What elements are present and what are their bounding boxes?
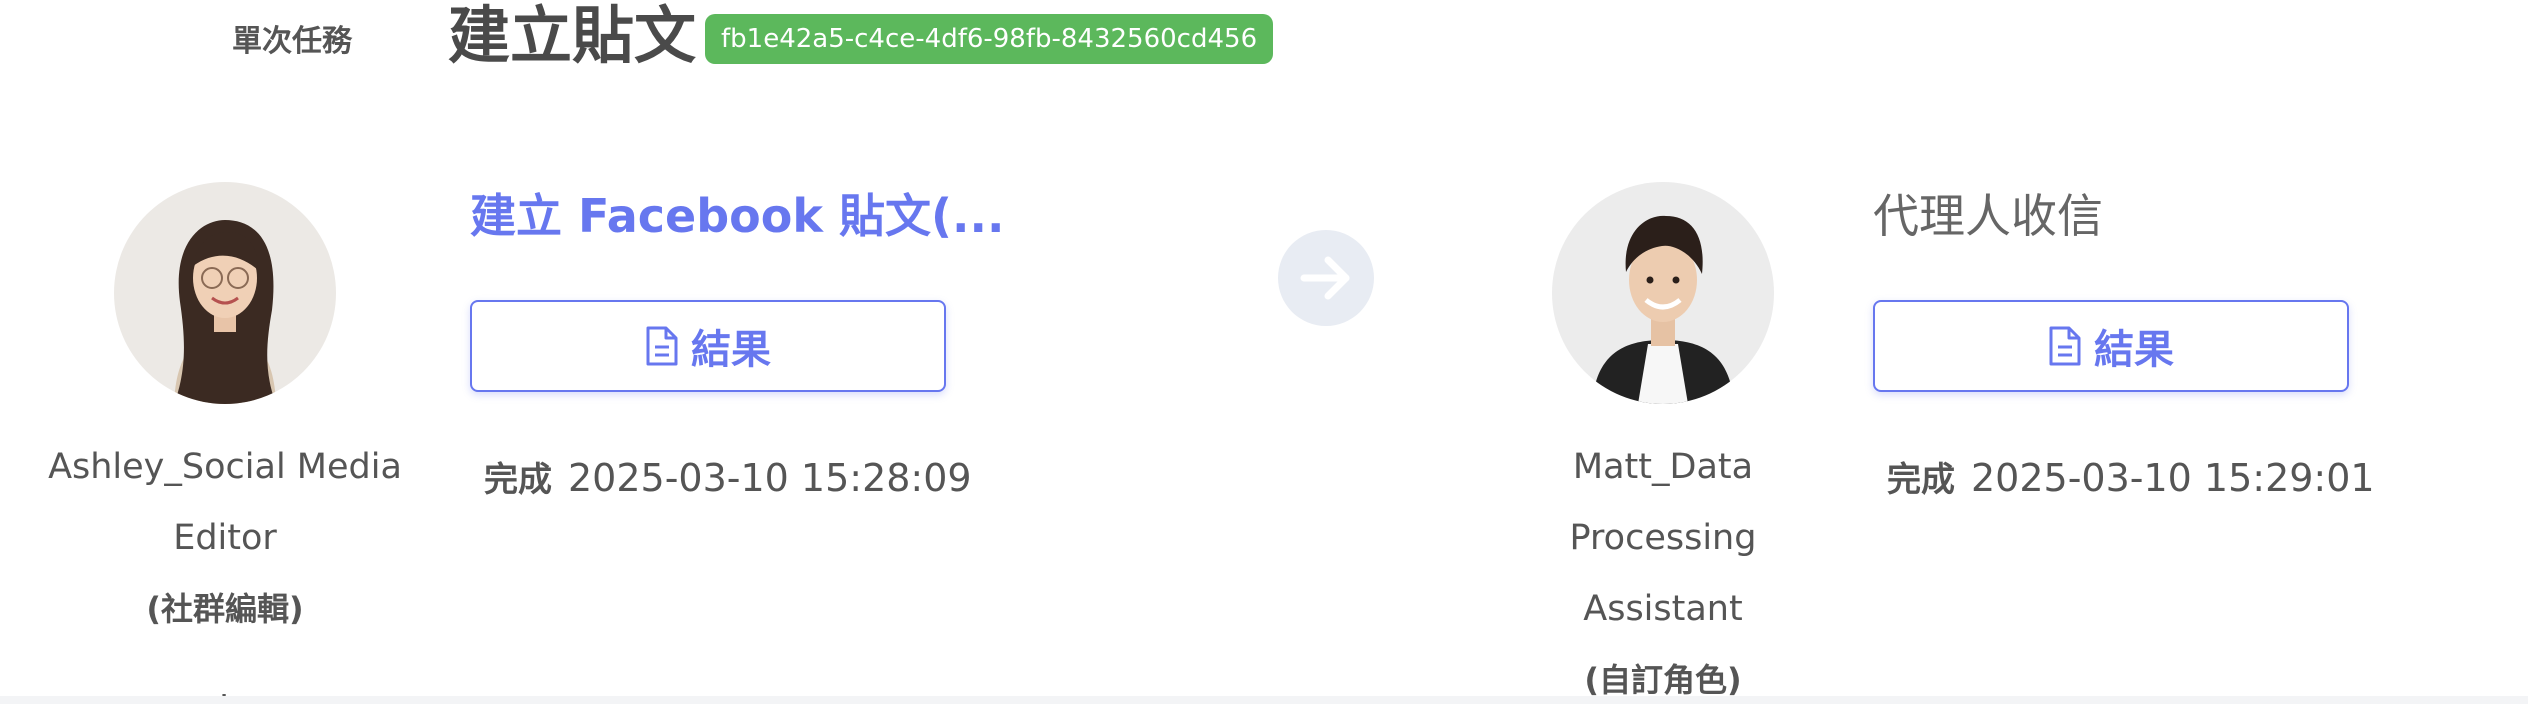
step-title: 代理人收信 <box>1873 189 2103 243</box>
result-button[interactable]: 結果 <box>470 300 946 392</box>
agent-name-line: Assistant <box>1583 589 1743 629</box>
agent-name-line: Processing <box>1569 518 1757 558</box>
agent-role: (社群編輯) <box>146 590 304 628</box>
step-status-row: 完成 2025-03-10 15:28:09 <box>484 452 972 501</box>
completed-timestamp: 2025-03-10 15:29:01 <box>1971 456 2375 500</box>
task-id-badge: fb1e42a5-c4ce-4df6-98fb-8432560cd456 <box>705 14 1274 64</box>
step-title-link[interactable]: 建立 Facebook 貼文(... <box>470 186 1004 246</box>
status-label: 完成 <box>1887 460 1955 500</box>
result-button-label: 結果 <box>2094 327 2174 373</box>
task-type-label: 單次任務 <box>232 24 352 59</box>
agent-name-line: Matt_Data <box>1572 447 1754 487</box>
avatar-photo-man-icon <box>1552 182 1774 404</box>
document-icon <box>646 326 678 366</box>
completed-timestamp: 2025-03-10 15:28:09 <box>568 456 972 500</box>
next-step-connector <box>1278 230 1374 326</box>
agent-avatar-ashley <box>114 182 336 404</box>
arrow-right-icon <box>1300 256 1350 300</box>
agent-name-line: Ashley_Social Media <box>48 447 402 487</box>
page-title: 建立貼文 <box>448 0 697 72</box>
avatar-photo-woman-icon <box>114 182 336 404</box>
scroll-edge-divider <box>0 696 2528 704</box>
result-button[interactable]: 結果 <box>1873 300 2349 392</box>
status-label: 完成 <box>484 460 552 500</box>
agent-avatar-matt <box>1552 182 1774 404</box>
agent-name-line: Editor <box>173 518 277 558</box>
result-button-label: 結果 <box>691 327 771 373</box>
step-status-row: 完成 2025-03-10 15:29:01 <box>1887 452 2375 501</box>
document-icon <box>2049 326 2081 366</box>
